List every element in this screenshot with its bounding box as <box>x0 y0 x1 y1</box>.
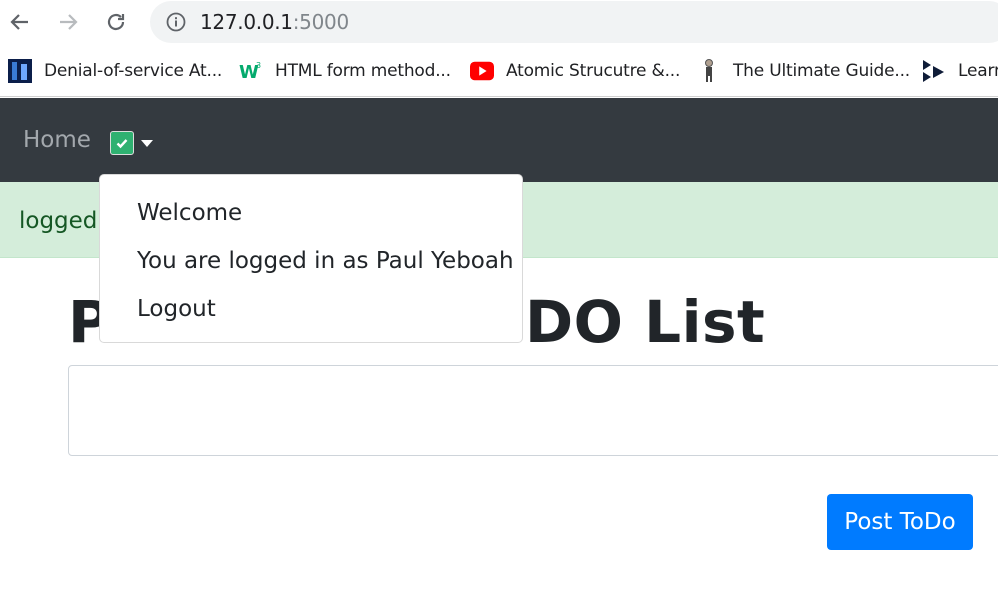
dropdown-item-logged-in-as[interactable]: You are logged in as Paul Yeboah <box>137 248 514 274</box>
w3schools-icon: W3 <box>239 59 263 83</box>
bookmark-label: Denial-of-service At... <box>44 61 223 81</box>
dropdown-item-welcome[interactable]: Welcome <box>137 200 242 226</box>
bookmark-item[interactable]: W3 HTML form method... <box>239 58 451 84</box>
bookmark-item[interactable]: Atomic Strucutre &... <box>470 58 680 84</box>
caret-down-icon <box>141 139 153 147</box>
url-text[interactable]: 127.0.0.1:5000 <box>200 10 349 34</box>
nav-home-link[interactable]: Home <box>23 127 91 153</box>
back-arrow-icon[interactable] <box>5 7 35 37</box>
address-row: 127.0.0.1:5000 <box>0 0 998 46</box>
flash-text: logged <box>19 208 98 234</box>
bookmark-item[interactable]: The Ultimate Guide... <box>697 58 910 84</box>
user-dropdown-toggle[interactable] <box>110 131 156 155</box>
post-todo-button[interactable]: Post ToDo <box>827 494 973 550</box>
youtube-icon <box>470 59 494 83</box>
bookmark-image-icon <box>8 59 32 83</box>
bookmarks-bar: Denial-of-service At... W3 HTML form met… <box>0 48 998 97</box>
info-icon[interactable] <box>166 12 186 32</box>
forward-arrow-icon[interactable] <box>53 7 83 37</box>
user-dropdown-menu: Welcome You are logged in as Paul Yeboah… <box>99 174 523 343</box>
todo-input[interactable] <box>68 365 998 456</box>
svg-text:3: 3 <box>256 61 261 70</box>
dropdown-item-logout[interactable]: Logout <box>137 296 216 322</box>
play-logo-icon <box>922 59 946 83</box>
bookmark-label: Atomic Strucutre &... <box>506 61 681 81</box>
reload-icon[interactable] <box>101 7 131 37</box>
app-navbar: Home <box>0 98 998 182</box>
browser-chrome: 127.0.0.1:5000 Denial-of-service At... W… <box>0 0 998 97</box>
check-icon <box>110 131 134 155</box>
bookmark-item[interactable]: Learr <box>922 58 998 84</box>
figure-icon <box>697 59 721 83</box>
bookmark-label: Learr <box>958 61 998 81</box>
bookmark-label: HTML form method... <box>275 61 451 81</box>
bookmark-label: The Ultimate Guide... <box>733 61 911 81</box>
bookmark-item[interactable]: Denial-of-service At... <box>8 58 222 84</box>
url-host: 127.0.0.1 <box>200 10 293 34</box>
page-title-right: DO List <box>525 288 766 356</box>
url-port: :5000 <box>292 10 349 34</box>
